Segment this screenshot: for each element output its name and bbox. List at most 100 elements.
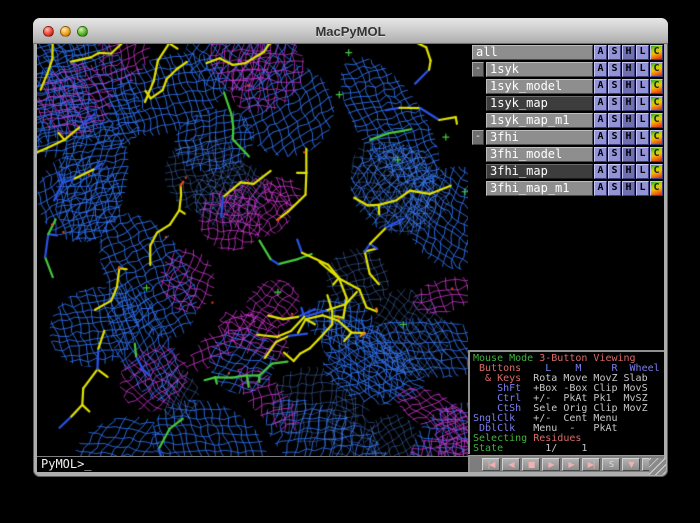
collapse-toggle-icon[interactable]: -: [472, 130, 484, 145]
object-action-button[interactable]: A: [594, 130, 607, 145]
object-color-button[interactable]: C: [650, 130, 663, 145]
object-label-button[interactable]: L: [636, 113, 649, 128]
object-action-button[interactable]: A: [594, 96, 607, 111]
object-hide-button[interactable]: H: [622, 45, 635, 60]
desktop: MacPyMOL PyMOL>_ allASHLC-1sykASHLC1syk_…: [0, 0, 700, 523]
object-label-button[interactable]: L: [636, 62, 649, 77]
object-action-button[interactable]: A: [594, 164, 607, 179]
object-action-button[interactable]: A: [594, 45, 607, 60]
object-hide-button[interactable]: H: [622, 79, 635, 94]
mouse-panel-lines: Mouse Mode 3-Button Viewing Buttons L M …: [468, 350, 664, 454]
object-hide-button[interactable]: H: [622, 113, 635, 128]
object-row-all[interactable]: allASHLC: [472, 45, 663, 60]
object-name[interactable]: all: [472, 45, 593, 60]
row-indent: [472, 164, 486, 179]
menu-down-icon: ▼: [628, 460, 633, 469]
object-action-button[interactable]: A: [594, 147, 607, 162]
object-show-button[interactable]: S: [608, 130, 621, 145]
object-label-button[interactable]: L: [636, 181, 649, 196]
viewport-3d-render[interactable]: [37, 44, 468, 456]
object-row-1syk_map[interactable]: 1syk_mapASHLC: [472, 96, 663, 111]
object-label-button[interactable]: L: [636, 147, 649, 162]
control-sidebar: allASHLC-1sykASHLC1syk_modelASHLC1syk_ma…: [468, 44, 664, 472]
object-color-button[interactable]: C: [650, 45, 663, 60]
window-content: PyMOL>_ allASHLC-1sykASHLC1syk_modelASHL…: [37, 44, 664, 472]
step-forward-button[interactable]: ▶: [562, 458, 580, 471]
object-name[interactable]: 3fhi_model: [486, 147, 593, 162]
object-row-1syk[interactable]: -1sykASHLC: [472, 62, 663, 77]
object-hide-button[interactable]: H: [622, 164, 635, 179]
object-color-button[interactable]: C: [650, 96, 663, 111]
stop-icon: ■: [528, 460, 535, 469]
movie-bar-buttons: |◀◀■▶▶▶|S▼F: [468, 455, 664, 472]
object-name[interactable]: 3fhi_map: [486, 164, 593, 179]
window-title: MacPyMOL: [33, 24, 668, 39]
row-indent: [472, 113, 486, 128]
title-bar[interactable]: MacPyMOL: [33, 18, 668, 44]
object-label-button[interactable]: L: [636, 79, 649, 94]
state-line: State 1/ 1: [473, 444, 664, 454]
object-row-1syk_map_m1[interactable]: 1syk_map_m1ASHLC: [472, 113, 663, 128]
object-label-button[interactable]: L: [636, 130, 649, 145]
play-icon: ▶: [548, 460, 553, 469]
object-color-button[interactable]: C: [650, 79, 663, 94]
object-label-button[interactable]: L: [636, 164, 649, 179]
object-color-button[interactable]: C: [650, 147, 663, 162]
object-name[interactable]: 3fhi_map_m1: [486, 181, 593, 196]
scene-s-icon: S: [609, 460, 613, 469]
object-show-button[interactable]: S: [608, 62, 621, 77]
macpymol-window: MacPyMOL PyMOL>_ allASHLC-1sykASHLC1syk_…: [33, 18, 668, 477]
object-label-button[interactable]: L: [636, 45, 649, 60]
step-forward-icon: ▶: [568, 460, 573, 469]
object-name[interactable]: 1syk_map: [486, 96, 593, 111]
row-indent: [472, 181, 486, 196]
resize-grip-icon[interactable]: [649, 458, 666, 475]
object-show-button[interactable]: S: [608, 113, 621, 128]
object-action-button[interactable]: A: [594, 181, 607, 196]
object-list: allASHLC-1sykASHLC1syk_modelASHLC1syk_ma…: [468, 44, 664, 196]
play-button[interactable]: ▶: [542, 458, 560, 471]
object-show-button[interactable]: S: [608, 96, 621, 111]
object-show-button[interactable]: S: [608, 45, 621, 60]
object-hide-button[interactable]: H: [622, 181, 635, 196]
step-back-button[interactable]: ◀: [502, 458, 520, 471]
object-row-1syk_model[interactable]: 1syk_modelASHLC: [472, 79, 663, 94]
object-hide-button[interactable]: H: [622, 62, 635, 77]
go-to-end-button[interactable]: ▶|: [582, 458, 600, 471]
collapse-toggle-icon[interactable]: -: [472, 62, 484, 77]
go-to-start-button[interactable]: |◀: [482, 458, 500, 471]
object-color-button[interactable]: C: [650, 181, 663, 196]
scene-s-button[interactable]: S: [602, 458, 620, 471]
row-indent: [472, 147, 486, 162]
step-back-icon: ◀: [508, 460, 513, 469]
object-hide-button[interactable]: H: [622, 96, 635, 111]
object-name[interactable]: 3fhi: [486, 130, 593, 145]
object-action-button[interactable]: A: [594, 62, 607, 77]
stop-button[interactable]: ■: [522, 458, 540, 471]
object-show-button[interactable]: S: [608, 164, 621, 179]
command-prompt[interactable]: PyMOL>_: [37, 456, 468, 472]
object-name[interactable]: 1syk_model: [486, 79, 593, 94]
object-show-button[interactable]: S: [608, 79, 621, 94]
object-color-button[interactable]: C: [650, 164, 663, 179]
prompt-text: PyMOL>_: [41, 457, 92, 471]
object-row-3fhi_model[interactable]: 3fhi_modelASHLC: [472, 147, 663, 162]
row-indent: [472, 79, 486, 94]
object-row-3fhi_map_m1[interactable]: 3fhi_map_m1ASHLC: [472, 181, 663, 196]
object-row-3fhi_map[interactable]: 3fhi_mapASHLC: [472, 164, 663, 179]
object-hide-button[interactable]: H: [622, 130, 635, 145]
object-action-button[interactable]: A: [594, 113, 607, 128]
object-row-3fhi[interactable]: -3fhiASHLC: [472, 130, 663, 145]
go-to-end-icon: ▶|: [588, 460, 595, 469]
object-color-button[interactable]: C: [650, 113, 663, 128]
object-action-button[interactable]: A: [594, 79, 607, 94]
object-name[interactable]: 1syk: [486, 62, 593, 77]
object-label-button[interactable]: L: [636, 96, 649, 111]
object-hide-button[interactable]: H: [622, 147, 635, 162]
object-color-button[interactable]: C: [650, 62, 663, 77]
row-indent: [472, 96, 486, 111]
object-show-button[interactable]: S: [608, 147, 621, 162]
object-name[interactable]: 1syk_map_m1: [486, 113, 593, 128]
menu-down-button[interactable]: ▼: [622, 458, 640, 471]
object-show-button[interactable]: S: [608, 181, 621, 196]
